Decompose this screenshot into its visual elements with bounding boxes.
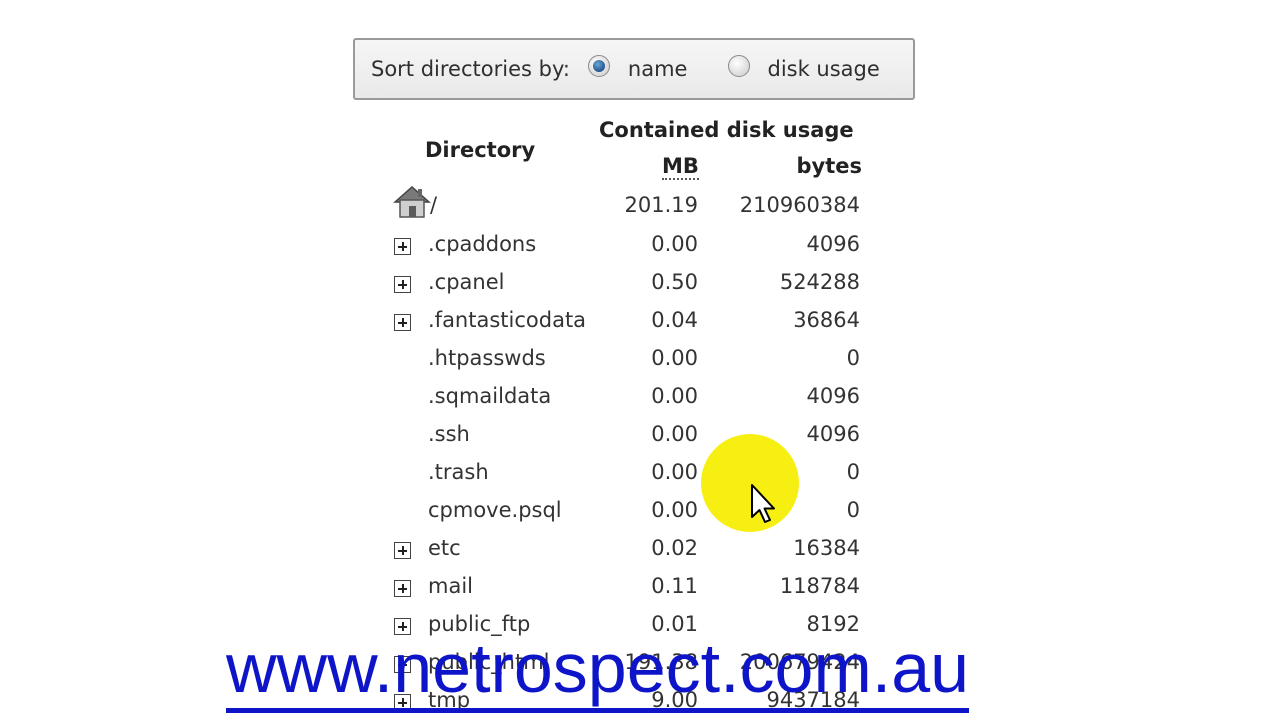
table-row: etc 0.02 16384 [390,535,862,573]
house-icon[interactable] [392,184,432,220]
usage-mb: 0.11 [651,574,698,598]
usage-mb: 0.00 [651,346,698,370]
sort-by-name-label[interactable]: name [628,57,688,81]
usage-mb: 0.00 [651,384,698,408]
usage-bytes: 4096 [806,384,860,408]
sort-label: Sort directories by: [371,57,570,81]
plus-box-icon[interactable] [394,580,411,597]
directory-name[interactable]: .ssh [428,422,470,446]
table-row: / 201.19 210960384 [390,185,862,230]
watermark-url: www.netrospect.com.au [226,628,970,713]
sort-by-disk-usage-label[interactable]: disk usage [767,57,879,81]
header-bytes: bytes [796,154,862,178]
directory-name[interactable]: .htpasswds [428,346,546,370]
usage-bytes: 0 [846,346,860,370]
table-row: .htpasswds 0.00 0 [390,345,862,383]
usage-bytes: 118784 [779,574,860,598]
sort-by-name-radio[interactable] [587,55,610,77]
directory-name[interactable]: .sqmaildata [428,384,551,408]
arrow-cursor-icon [751,484,775,523]
plus-box-icon[interactable] [394,314,411,331]
usage-mb: 0.00 [651,422,698,446]
sort-by-disk-usage-radio[interactable] [728,55,751,77]
usage-mb: 0.00 [651,498,698,522]
plus-box-icon[interactable] [394,276,411,293]
usage-mb: 0.02 [651,536,698,560]
usage-bytes: 4096 [806,422,860,446]
table-row: .ssh 0.00 4096 [390,421,862,459]
directory-name[interactable]: .trash [428,460,489,484]
usage-mb: 201.19 [624,193,698,217]
plus-box-icon[interactable] [394,238,411,255]
usage-bytes: 0 [846,498,860,522]
usage-bytes: 16384 [793,536,860,560]
usage-mb: 0.00 [651,460,698,484]
usage-bytes: 4096 [806,232,860,256]
directory-name[interactable]: .cpaddons [428,232,536,256]
usage-bytes: 36864 [793,308,860,332]
directory-name[interactable]: / [430,193,437,217]
table-row: .sqmaildata 0.00 4096 [390,383,862,421]
plus-box-icon[interactable] [394,542,411,559]
directory-name[interactable]: .fantasticodata [428,308,586,332]
usage-bytes: 210960384 [739,193,860,217]
table-row: mail 0.11 118784 [390,573,862,611]
table-row: .cpaddons 0.00 4096 [390,231,862,269]
header-directory: Directory [425,138,536,162]
directory-name[interactable]: etc [428,536,461,560]
usage-mb: 0.50 [651,270,698,294]
usage-mb: 0.04 [651,308,698,332]
header-contained-disk-usage: Contained disk usage [599,118,854,142]
sort-options-box: Sort directories by: name disk usage [353,38,915,100]
table-row: .fantasticodata 0.04 36864 [390,307,862,345]
screen: Sort directories by: name disk usage Con… [0,0,1280,720]
usage-bytes: 524288 [779,270,860,294]
usage-mb: 0.00 [651,232,698,256]
table-row: .cpanel 0.50 524288 [390,269,862,307]
directory-name[interactable]: mail [428,574,473,598]
usage-bytes: 0 [846,460,860,484]
directory-name[interactable]: .cpanel [428,270,504,294]
directory-name[interactable]: cpmove.psql [428,498,562,522]
header-mb: MB [662,154,699,180]
